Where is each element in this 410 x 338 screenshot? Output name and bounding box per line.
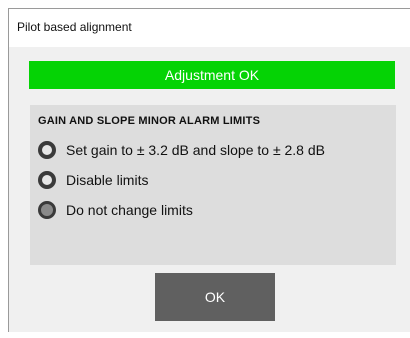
alarm-limits-group: GAIN AND SLOPE MINOR ALARM LIMITS Set ga…	[30, 105, 396, 265]
group-title: GAIN AND SLOPE MINOR ALARM LIMITS	[38, 115, 261, 127]
radio-option-do-not-change[interactable]: Do not change limits	[38, 201, 193, 219]
radio-label-disable-limits: Disable limits	[66, 172, 149, 188]
status-banner: Adjustment OK	[29, 61, 395, 89]
ok-button[interactable]: OK	[155, 273, 275, 321]
window-title: Pilot based alignment	[17, 20, 132, 34]
radio-button-do-not-change[interactable]	[38, 201, 56, 219]
dialog-window: Pilot based alignment Adjustment OK GAIN…	[8, 8, 410, 332]
radio-button-set-limits[interactable]	[38, 141, 56, 159]
title-bar[interactable]: Pilot based alignment	[9, 9, 410, 48]
radio-button-disable-limits[interactable]	[38, 171, 56, 189]
radio-option-set-limits[interactable]: Set gain to ± 3.2 dB and slope to ± 2.8 …	[38, 141, 325, 159]
radio-label-set-limits: Set gain to ± 3.2 dB and slope to ± 2.8 …	[66, 142, 325, 158]
status-text: Adjustment OK	[164, 67, 260, 83]
radio-option-disable-limits[interactable]: Disable limits	[38, 171, 148, 189]
radio-label-do-not-change: Do not change limits	[66, 202, 193, 218]
